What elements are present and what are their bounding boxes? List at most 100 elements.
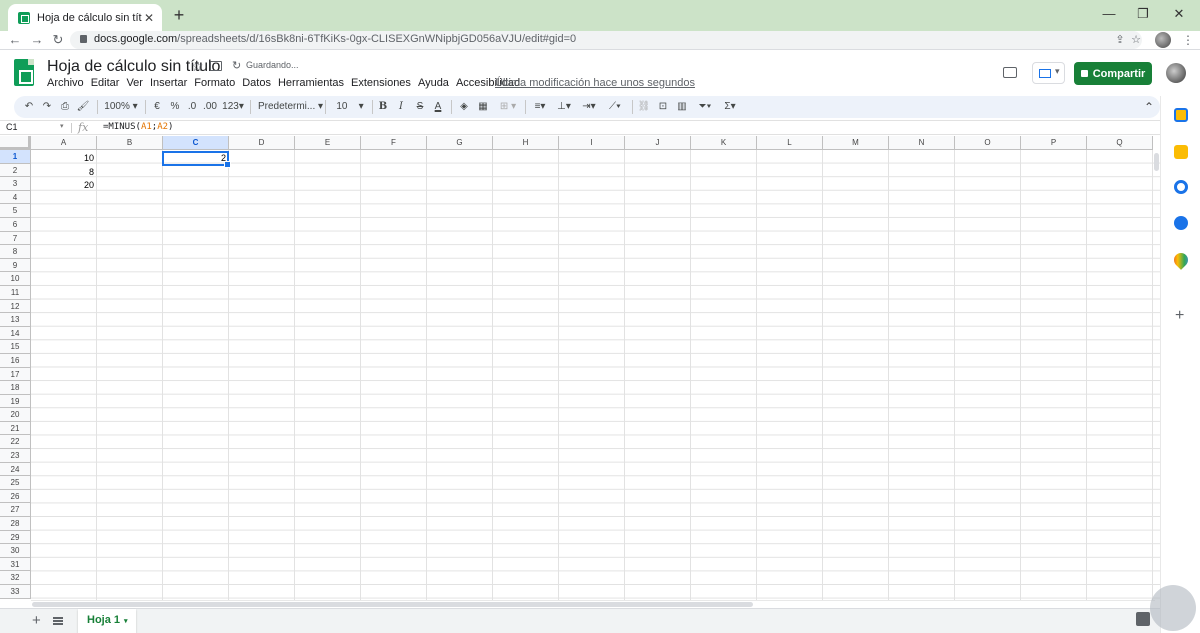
menu-extensiones[interactable]: Extensiones (351, 77, 418, 89)
currency-button[interactable]: € (151, 99, 163, 115)
font-family-select[interactable]: Predetermi... ▾ (258, 99, 323, 115)
collapse-toolbar-icon[interactable]: ⌃ (1144, 100, 1154, 114)
all-sheets-icon[interactable] (53, 617, 63, 625)
horizontal-scroll-thumb[interactable] (32, 602, 753, 607)
menu-formato[interactable]: Formato (194, 77, 242, 89)
text-rotation-icon[interactable]: ⟋▾ (604, 99, 626, 115)
column-header-i[interactable]: I (559, 136, 625, 150)
move-folder-icon[interactable] (210, 61, 222, 71)
comments-icon[interactable] (1003, 67, 1017, 78)
row-header-14[interactable]: 14 (0, 326, 31, 341)
cell-a3[interactable]: 20 (31, 179, 97, 193)
row-header-11[interactable]: 11 (0, 285, 31, 300)
horizontal-scrollbar[interactable] (31, 600, 1155, 608)
zoom-select[interactable]: 100% ▾ (104, 99, 138, 115)
share-page-icon[interactable]: ⇪ (1112, 32, 1128, 48)
row-header-18[interactable]: 18 (0, 381, 31, 395)
row-header-28[interactable]: 28 (0, 517, 31, 531)
row-header-12[interactable]: 12 (0, 299, 31, 314)
formula-input[interactable]: =MINUS(A1;A2) (103, 122, 173, 132)
column-header-p[interactable]: P (1021, 136, 1087, 150)
row-header-2[interactable]: 2 (0, 163, 31, 178)
sheet-tab-active[interactable]: Hoja 1 ▾ (78, 609, 136, 633)
star-icon[interactable]: ☆ (191, 58, 204, 75)
present-button[interactable]: ▾ (1032, 62, 1065, 84)
menu-datos[interactable]: Datos (242, 77, 278, 89)
column-header-o[interactable]: O (955, 136, 1021, 150)
column-header-c[interactable]: C (163, 136, 229, 150)
row-header-29[interactable]: 29 (0, 530, 31, 545)
calendar-icon[interactable] (1174, 108, 1188, 122)
row-header-27[interactable]: 27 (0, 503, 31, 518)
column-header-n[interactable]: N (889, 136, 955, 150)
row-header-26[interactable]: 26 (0, 489, 31, 504)
borders-icon[interactable]: ▦ (476, 99, 490, 115)
sheets-logo-icon[interactable] (14, 59, 34, 86)
row-header-10[interactable]: 10 (0, 272, 31, 286)
last-edit-link[interactable]: Última modificación hace unos segundos (495, 77, 695, 89)
row-header-32[interactable]: 32 (0, 571, 31, 585)
add-sheet-icon[interactable]: + (32, 612, 41, 629)
row-header-31[interactable]: 31 (0, 557, 31, 572)
close-tab-icon[interactable]: ✕ (142, 11, 156, 25)
row-header-19[interactable]: 19 (0, 394, 31, 409)
close-window-icon[interactable]: ✕ (1164, 4, 1194, 24)
share-button[interactable]: Compartir (1074, 62, 1152, 85)
column-header-l[interactable]: L (757, 136, 823, 150)
row-header-22[interactable]: 22 (0, 435, 31, 450)
row-header-15[interactable]: 15 (0, 340, 31, 354)
menu-herramientas[interactable]: Herramientas (278, 77, 351, 89)
row-header-25[interactable]: 25 (0, 476, 31, 490)
menu-ayuda[interactable]: Ayuda (418, 77, 456, 89)
menu-archivo[interactable]: Archivo (47, 77, 91, 89)
strikethrough-button[interactable]: S (414, 99, 426, 115)
increase-decimals-button[interactable]: .00 (202, 99, 218, 115)
active-cell-selection[interactable] (162, 151, 231, 168)
merge-cells-icon[interactable]: ⊞ ▾ (496, 99, 520, 115)
functions-icon[interactable]: Σ▾ (720, 99, 740, 115)
menu-ver[interactable]: Ver (126, 77, 150, 89)
row-header-20[interactable]: 20 (0, 408, 31, 422)
decrease-decimals-button[interactable]: .0 (185, 99, 199, 115)
row-header-33[interactable]: 33 (0, 585, 31, 599)
cell-a1[interactable]: 10 (31, 152, 97, 166)
fill-color-icon[interactable]: ◈ (457, 99, 471, 115)
name-box[interactable]: C1 (6, 122, 18, 132)
row-header-23[interactable]: 23 (0, 449, 31, 463)
percent-button[interactable]: % (169, 99, 181, 115)
row-header-30[interactable]: 30 (0, 544, 31, 558)
back-icon[interactable]: ← (6, 31, 24, 49)
column-header-f[interactable]: F (361, 136, 427, 150)
insert-chart-icon[interactable]: ▥ (675, 99, 689, 115)
new-tab-icon[interactable]: + (170, 6, 188, 24)
tasks-icon[interactable] (1174, 180, 1188, 194)
column-header-q[interactable]: Q (1087, 136, 1153, 150)
row-header-8[interactable]: 8 (0, 245, 31, 259)
row-header-3[interactable]: 3 (0, 177, 31, 191)
text-color-button[interactable]: A (432, 99, 444, 115)
print-icon[interactable]: ⎙ (58, 99, 72, 115)
bookmark-star-icon[interactable]: ☆ (1128, 32, 1144, 48)
row-header-4[interactable]: 4 (0, 190, 31, 205)
column-header-a[interactable]: A (31, 136, 97, 150)
horizontal-align-icon[interactable]: ≡▾ (530, 99, 550, 115)
row-header-13[interactable]: 13 (0, 313, 31, 327)
row-header-6[interactable]: 6 (0, 217, 31, 232)
column-header-m[interactable]: M (823, 136, 889, 150)
keep-icon[interactable] (1174, 145, 1188, 159)
paint-format-icon[interactable]: 🖌︎ (76, 99, 90, 115)
row-header-16[interactable]: 16 (0, 353, 31, 368)
add-addon-icon[interactable]: + (1175, 307, 1184, 325)
column-header-d[interactable]: D (229, 136, 295, 150)
undo-icon[interactable]: ↶ (22, 99, 36, 115)
vertical-scrollbar[interactable] (1154, 153, 1159, 171)
forward-icon[interactable]: → (28, 31, 46, 49)
browser-tab[interactable]: Hoja de cálculo sin título - Hoja ✕ (8, 4, 162, 31)
cells-area[interactable]: 10 8 20 2 (31, 150, 1160, 600)
redo-icon[interactable]: ↷ (40, 99, 54, 115)
omnibox[interactable]: docs.google.com/spreadsheets/d/16sBk8ni-… (70, 31, 1142, 49)
cell-a2[interactable]: 8 (31, 166, 97, 180)
menu-insertar[interactable]: Insertar (150, 77, 194, 89)
row-header-9[interactable]: 9 (0, 258, 31, 273)
row-header-7[interactable]: 7 (0, 231, 31, 246)
